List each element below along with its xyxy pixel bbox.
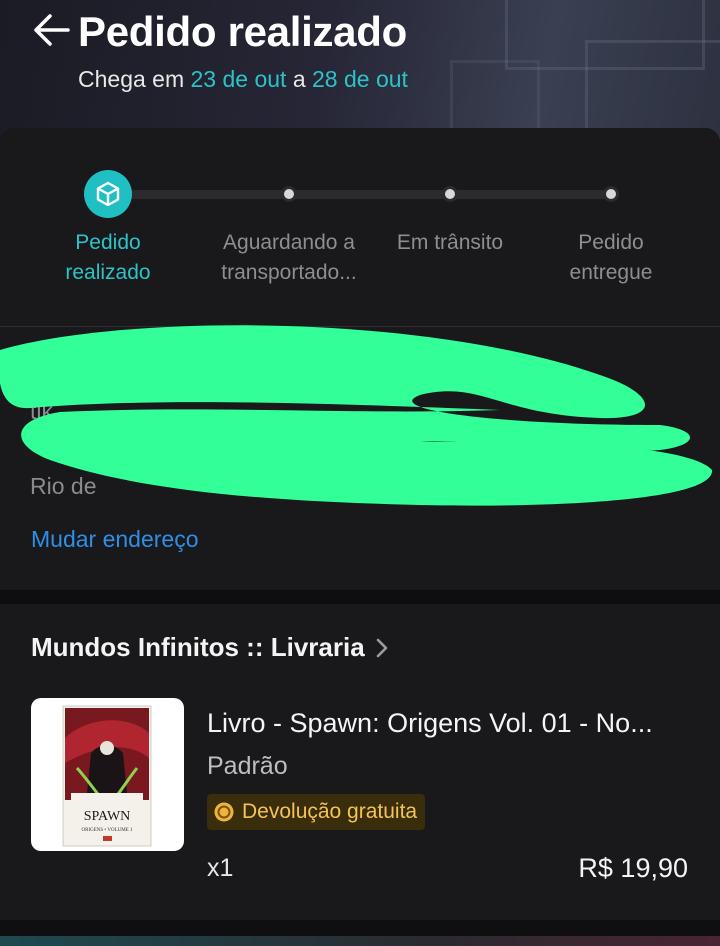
coin-icon [214, 802, 234, 822]
back-arrow-icon[interactable] [30, 8, 74, 52]
step-label-awaiting-carrier: Aguardando a transportado... [209, 228, 369, 288]
step-dot-delivered [603, 186, 619, 202]
cover-title: SPAWN [84, 809, 131, 824]
step-label-line: realizado [65, 261, 151, 284]
step-dot-in-transit [442, 186, 458, 202]
free-return-badge: Devolução gratuita [207, 794, 426, 830]
step-label-line: entregue [569, 261, 653, 284]
badge-label: Devolução gratuita [242, 800, 418, 823]
eta-separator: a [292, 66, 306, 92]
product-variant: Padrão [207, 752, 288, 780]
step-dot-awaiting [281, 186, 297, 202]
delivery-estimate: Chega em 23 de out a 28 de out [78, 66, 408, 93]
step-label-line: transportado... [221, 261, 357, 284]
product-title[interactable]: Livro - Spawn: Origens Vol. 01 - No... [207, 708, 697, 739]
item-price: R$ 19,90 [578, 853, 688, 883]
page-title: Pedido realizado [78, 8, 407, 55]
next-section-peek [0, 936, 720, 946]
product-thumbnail[interactable]: SPAWN ORIGENS • VOLUME 1 [31, 698, 184, 851]
eta-end-date: 28 de out [312, 66, 408, 92]
eta-prefix: Chega em [78, 66, 185, 92]
eta-start-date: 23 de out [190, 66, 287, 92]
bottom-edge [0, 920, 720, 946]
book-cover-image: SPAWN ORIGENS • VOLUME 1 [62, 705, 152, 847]
section-gap [0, 590, 720, 604]
shop-name: Mundos Infinitos :: Livraria [31, 632, 365, 662]
cover-subtitle: ORIGENS • VOLUME 1 [82, 828, 133, 833]
shop-link[interactable]: Mundos Infinitos :: Livraria [31, 632, 389, 663]
step-label-line: Aguardando a [223, 231, 355, 254]
package-icon [84, 170, 132, 218]
step-label-line: Em trânsito [396, 231, 504, 254]
step-label-line: Pedido [75, 231, 141, 254]
step-label-order-placed: Pedido realizado [28, 228, 188, 288]
progress-track [108, 190, 612, 199]
change-address-link[interactable]: Mudar endereço [31, 526, 199, 553]
step-label-in-transit: Em trânsito [370, 228, 530, 258]
step-label-line: Pedido [578, 231, 644, 254]
order-item-card: Mundos Infinitos :: Livraria SPAWN ORIGE… [0, 604, 720, 920]
chevron-right-icon [376, 638, 387, 657]
redaction-scribble [0, 325, 713, 506]
quantity: x1 [207, 854, 234, 882]
step-label-delivered: Pedido entregue [531, 228, 691, 288]
